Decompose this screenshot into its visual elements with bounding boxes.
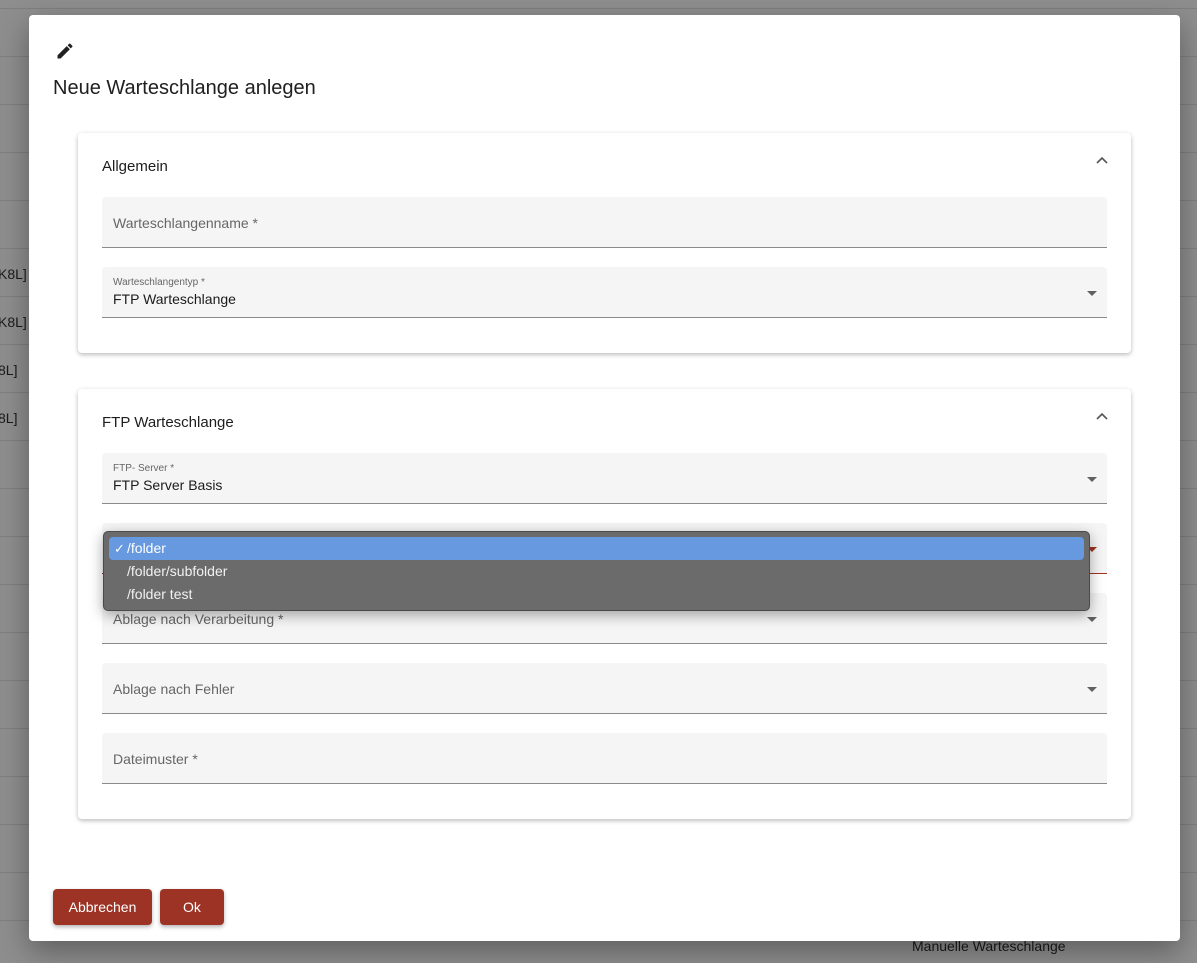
after-processing-placeholder: Ablage nach Verarbeitung * — [113, 611, 284, 627]
dropdown-option[interactable]: ✓ /folder — [109, 537, 1084, 560]
caret-down-icon — [1087, 477, 1097, 482]
ok-button[interactable]: Ok — [160, 889, 224, 925]
queue-type-label: Warteschlangentyp * — [113, 277, 205, 288]
after-error-select[interactable]: Ablage nach Fehler — [102, 663, 1107, 714]
bg-divider — [0, 8, 1197, 9]
dropdown-option[interactable]: /folder/subfolder — [109, 560, 1084, 583]
ftp-panel-title[interactable]: FTP Warteschlange — [102, 414, 234, 431]
folder-dropdown-menu: ✓ /folder /folder/subfolder /folder test — [103, 531, 1090, 611]
bg-row-text: K8L] — [0, 266, 27, 282]
bg-row-text: 8L] — [0, 362, 18, 378]
queue-name-placeholder: Warteschlangenname * — [113, 215, 259, 231]
dropdown-option-label: /folder test — [127, 586, 193, 602]
file-pattern-field[interactable]: Dateimuster * — [102, 733, 1107, 784]
checkmark-icon: ✓ — [114, 541, 125, 556]
bg-row-text: K8L] — [0, 314, 27, 330]
cancel-button[interactable]: Abbrechen — [53, 889, 152, 925]
after-error-placeholder: Ablage nach Fehler — [113, 681, 235, 697]
ftp-server-label: FTP- Server * — [113, 463, 175, 474]
file-pattern-placeholder: Dateimuster * — [113, 751, 198, 767]
dialog-title: Neue Warteschlange anlegen — [53, 77, 316, 99]
general-panel: Allgemein Warteschlangenname * Warteschl… — [78, 133, 1131, 353]
create-queue-dialog: Neue Warteschlange anlegen Allgemein War… — [29, 15, 1180, 941]
dropdown-option-label: /folder/subfolder — [127, 563, 228, 579]
general-panel-title[interactable]: Allgemein — [102, 158, 168, 175]
dropdown-option-label: /folder — [127, 540, 166, 556]
chevron-up-icon[interactable] — [1095, 411, 1109, 421]
caret-down-icon — [1087, 617, 1097, 622]
pencil-icon — [57, 43, 73, 59]
dropdown-option[interactable]: /folder test — [109, 583, 1084, 606]
bg-row-text: 8L] — [0, 410, 18, 426]
queue-type-select[interactable]: Warteschlangentyp * FTP Warteschlange — [102, 267, 1107, 318]
caret-down-icon — [1087, 291, 1097, 296]
ftp-server-select[interactable]: FTP- Server * FTP Server Basis — [102, 453, 1107, 504]
queue-name-field[interactable]: Warteschlangenname * — [102, 197, 1107, 248]
chevron-up-icon[interactable] — [1095, 155, 1109, 165]
caret-down-icon — [1087, 687, 1097, 692]
ftp-server-value: FTP Server Basis — [113, 477, 223, 493]
queue-type-value: FTP Warteschlange — [113, 291, 236, 307]
